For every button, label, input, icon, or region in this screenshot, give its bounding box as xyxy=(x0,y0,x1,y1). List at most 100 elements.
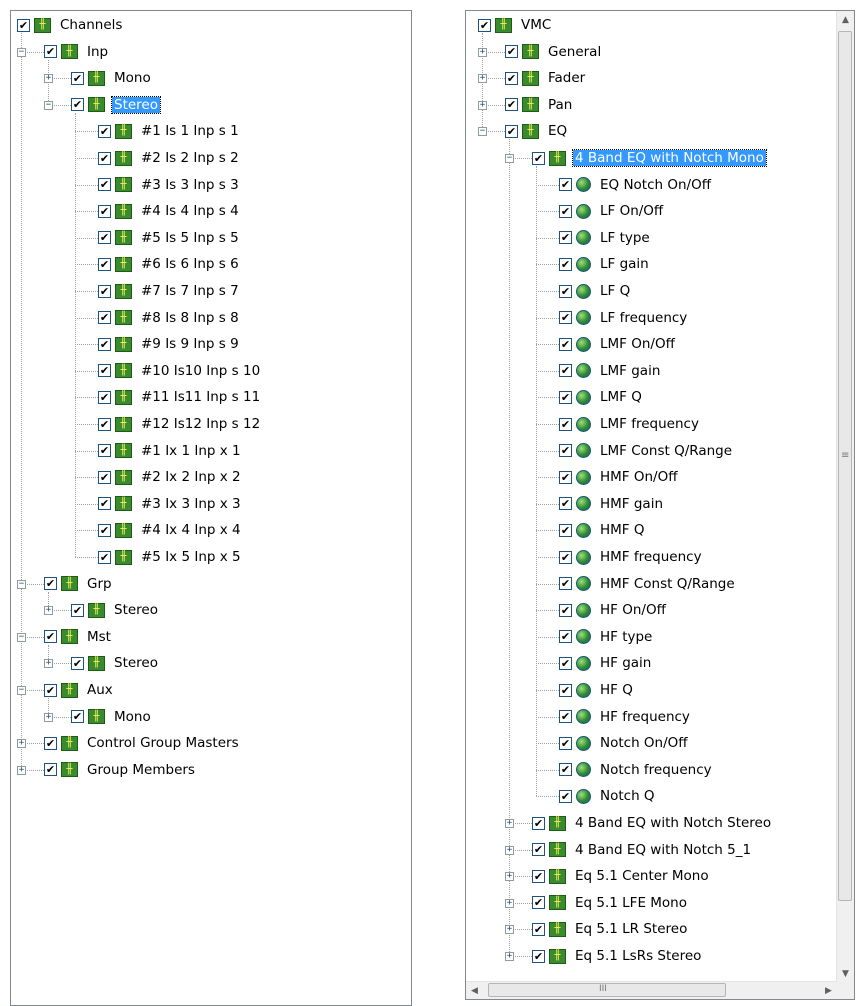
checkbox[interactable]: ✔ xyxy=(505,124,518,138)
tree-item-aux[interactable]: ✔ ╫ Aux xyxy=(44,680,115,700)
checkbox[interactable]: ✔ xyxy=(532,896,545,910)
checkbox[interactable]: ✔ xyxy=(559,710,572,724)
checkbox[interactable]: ✔ xyxy=(532,949,545,963)
tree-item-10-is10-inp-s-10[interactable]: ✔ ╫ #10 Is10 Inp s 10 xyxy=(98,361,262,381)
checkbox[interactable]: ✔ xyxy=(559,337,572,351)
checkbox[interactable]: ✔ xyxy=(559,231,572,245)
checkbox[interactable]: ✔ xyxy=(98,124,111,138)
tree-item-stereo[interactable]: ✔ ╫ Stereo xyxy=(71,653,160,673)
tree-item-1-is-1-inp-s-1[interactable]: ✔ ╫ #1 Is 1 Inp s 1 xyxy=(98,121,241,141)
tree-item-eq-notch-on-off[interactable]: ✔ EQ Notch On/Off xyxy=(559,175,713,195)
checkbox[interactable]: ✔ xyxy=(559,390,572,404)
checkbox[interactable]: ✔ xyxy=(559,364,572,378)
tree-item-eq[interactable]: ✔ ╫ EQ xyxy=(505,121,569,141)
tree-item-lf-gain[interactable]: ✔ LF gain xyxy=(559,254,651,274)
checkbox[interactable]: ✔ xyxy=(17,18,30,32)
tree-item-lmf-q[interactable]: ✔ LMF Q xyxy=(559,387,644,407)
tree-item-5-is-5-inp-s-5[interactable]: ✔ ╫ #5 Is 5 Inp s 5 xyxy=(98,228,241,248)
tree-item-fader[interactable]: ✔ ╫ Fader xyxy=(505,68,587,88)
checkbox[interactable]: ✔ xyxy=(559,577,572,591)
tree-item-notch-q[interactable]: ✔ Notch Q xyxy=(559,786,657,806)
horizontal-scrollbar[interactable]: ◀ III ▶ xyxy=(466,981,837,999)
scroll-left-arrow-icon[interactable]: ◀ xyxy=(466,982,483,999)
tree-item-lf-type[interactable]: ✔ LF type xyxy=(559,228,652,248)
tree-item-channels[interactable]: ✔ ╫ Channels xyxy=(17,15,124,35)
checkbox[interactable]: ✔ xyxy=(559,656,572,670)
checkbox[interactable]: ✔ xyxy=(98,417,111,431)
collapse-minus-icon[interactable]: − xyxy=(17,47,26,57)
tree-item-eq-5-1-lr-stereo[interactable]: ✔ ╫ Eq 5.1 LR Stereo xyxy=(532,919,689,939)
collapse-minus-icon[interactable]: − xyxy=(478,127,487,137)
expand-plus-icon[interactable]: + xyxy=(478,74,487,84)
tree-item-eq-5-1-lfe-mono[interactable]: ✔ ╫ Eq 5.1 LFE Mono xyxy=(532,893,689,913)
tree-item-pan[interactable]: ✔ ╫ Pan xyxy=(505,95,574,115)
expand-plus-icon[interactable]: + xyxy=(478,47,487,57)
checkbox[interactable]: ✔ xyxy=(532,922,545,936)
checkbox[interactable]: ✔ xyxy=(559,470,572,484)
tree-item-lf-frequency[interactable]: ✔ LF frequency xyxy=(559,308,689,328)
tree-item-4-band-eq-with-notch-stereo[interactable]: ✔ ╫ 4 Band EQ with Notch Stereo xyxy=(532,813,773,833)
tree-item-stereo[interactable]: ✔ ╫ Stereo xyxy=(71,600,160,620)
expand-plus-icon[interactable]: + xyxy=(478,100,487,110)
tree-item-mst[interactable]: ✔ ╫ Mst xyxy=(44,627,113,647)
tree-item-lmf-frequency[interactable]: ✔ LMF frequency xyxy=(559,414,701,434)
expand-plus-icon[interactable]: + xyxy=(505,952,514,961)
tree-item-7-is-7-inp-s-7[interactable]: ✔ ╫ #7 Is 7 Inp s 7 xyxy=(98,281,241,301)
checkbox[interactable]: ✔ xyxy=(559,204,572,218)
tree-item-6-is-6-inp-s-6[interactable]: ✔ ╫ #6 Is 6 Inp s 6 xyxy=(98,254,241,274)
tree-item-hmf-q[interactable]: ✔ HMF Q xyxy=(559,520,646,540)
checkbox[interactable]: ✔ xyxy=(98,523,111,537)
tree-item-notch-frequency[interactable]: ✔ Notch frequency xyxy=(559,760,714,780)
checkbox[interactable]: ✔ xyxy=(505,98,518,112)
scroll-down-arrow-icon[interactable]: ▼ xyxy=(837,965,854,982)
checkbox[interactable]: ✔ xyxy=(559,763,572,777)
checkbox[interactable]: ✔ xyxy=(98,257,111,271)
checkbox[interactable]: ✔ xyxy=(98,550,111,564)
checkbox[interactable]: ✔ xyxy=(71,710,84,724)
checkbox[interactable]: ✔ xyxy=(559,630,572,644)
checkbox[interactable]: ✔ xyxy=(559,497,572,511)
collapse-minus-icon[interactable]: − xyxy=(17,632,26,642)
tree-item-11-is11-inp-s-11[interactable]: ✔ ╫ #11 Is11 Inp s 11 xyxy=(98,387,262,407)
checkbox[interactable]: ✔ xyxy=(98,284,111,298)
tree-item-4-band-eq-with-notch-5-1[interactable]: ✔ ╫ 4 Band EQ with Notch 5_1 xyxy=(532,840,753,860)
checkbox[interactable]: ✔ xyxy=(98,364,111,378)
expand-plus-icon[interactable]: + xyxy=(505,925,514,935)
tree-item-5-ix-5-inp-x-5[interactable]: ✔ ╫ #5 Ix 5 Inp x 5 xyxy=(98,547,243,567)
checkbox[interactable]: ✔ xyxy=(559,736,572,750)
expand-plus-icon[interactable]: + xyxy=(505,898,514,908)
expand-plus-icon[interactable]: + xyxy=(17,765,26,775)
collapse-minus-icon[interactable]: − xyxy=(44,100,53,110)
checkbox[interactable]: ✔ xyxy=(559,257,572,271)
tree-item-4-ix-4-inp-x-4[interactable]: ✔ ╫ #4 Ix 4 Inp x 4 xyxy=(98,520,243,540)
scroll-right-arrow-icon[interactable]: ▶ xyxy=(820,982,837,999)
tree-item-control-group-masters[interactable]: ✔ ╫ Control Group Masters xyxy=(44,733,241,753)
checkbox[interactable]: ✔ xyxy=(98,311,111,325)
checkbox[interactable]: ✔ xyxy=(71,98,84,112)
checkbox[interactable]: ✔ xyxy=(44,736,57,750)
vertical-scroll-thumb[interactable]: ≡ xyxy=(838,31,852,901)
checkbox[interactable]: ✔ xyxy=(98,470,111,484)
checkbox[interactable]: ✔ xyxy=(532,816,545,830)
left-tree-view[interactable]: ✔ ╫ Channels − ✔ ╫ Inp + ✔ ╫ Mono − ✔ ╫ Stereo ✔ ╫ #1 Is … xyxy=(10,10,412,1006)
tree-item-8-is-8-inp-s-8[interactable]: ✔ ╫ #8 Is 8 Inp s 8 xyxy=(98,308,241,328)
checkbox[interactable]: ✔ xyxy=(559,284,572,298)
checkbox[interactable]: ✔ xyxy=(98,444,111,458)
tree-item-12-is12-inp-s-12[interactable]: ✔ ╫ #12 Is12 Inp s 12 xyxy=(98,414,262,434)
checkbox[interactable]: ✔ xyxy=(532,151,545,165)
checkbox[interactable]: ✔ xyxy=(559,550,572,564)
tree-item-hf-frequency[interactable]: ✔ HF frequency xyxy=(559,707,692,727)
tree-item-4-band-eq-with-notch-mono[interactable]: ✔ ╫ 4 Band EQ with Notch Mono xyxy=(532,148,767,168)
tree-item-2-is-2-inp-s-2[interactable]: ✔ ╫ #2 Is 2 Inp s 2 xyxy=(98,148,241,168)
checkbox[interactable]: ✔ xyxy=(505,71,518,85)
checkbox[interactable]: ✔ xyxy=(98,204,111,218)
tree-item-lmf-const-q-range[interactable]: ✔ LMF Const Q/Range xyxy=(559,441,734,461)
right-tree-view[interactable]: ✔ ╫ VMC + ✔ ╫ General + ✔ ╫ Fader + ✔ ╫ Pan − ✔ ╫ EQ − ✔ ╫ 4 B… xyxy=(465,10,855,1000)
expand-plus-icon[interactable]: + xyxy=(44,606,53,616)
tree-item-hmf-const-q-range[interactable]: ✔ HMF Const Q/Range xyxy=(559,574,737,594)
checkbox[interactable]: ✔ xyxy=(559,683,572,697)
checkbox[interactable]: ✔ xyxy=(559,178,572,192)
tree-item-hf-type[interactable]: ✔ HF type xyxy=(559,627,654,647)
tree-item-vmc[interactable]: ✔ ╫ VMC xyxy=(478,15,553,35)
tree-item-2-ix-2-inp-x-2[interactable]: ✔ ╫ #2 Ix 2 Inp x 2 xyxy=(98,467,243,487)
